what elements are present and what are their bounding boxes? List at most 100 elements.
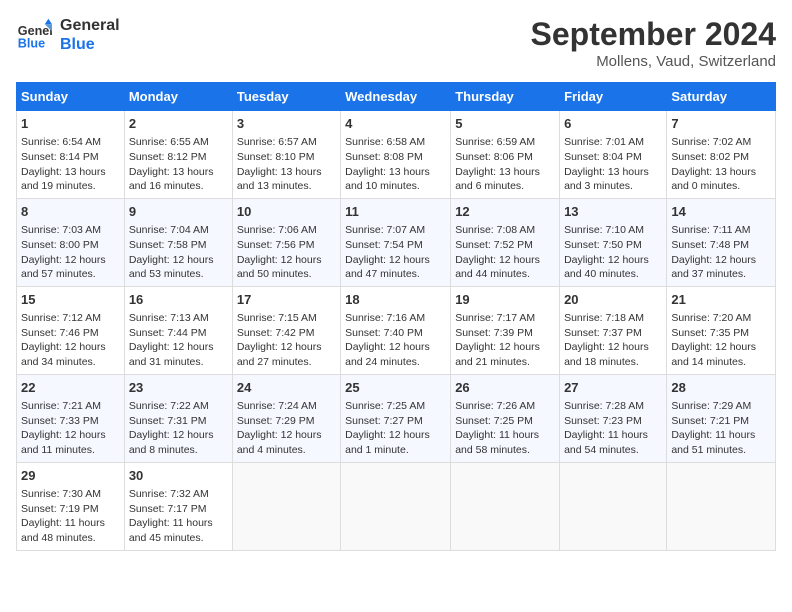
week-row-4: 22 Sunrise: 7:21 AMSunset: 7:33 PMDayligh… bbox=[17, 374, 776, 462]
day-number: 11 bbox=[345, 203, 446, 221]
day-info: Sunrise: 7:21 AMSunset: 7:33 PMDaylight:… bbox=[21, 399, 120, 458]
day-cell: 8Sunrise: 7:03 AMSunset: 8:00 PMDaylight… bbox=[17, 198, 125, 286]
day-cell: 10Sunrise: 7:06 AMSunset: 7:56 PMDayligh… bbox=[232, 198, 340, 286]
day-info: Sunrise: 7:02 AMSunset: 8:02 PMDaylight:… bbox=[671, 135, 771, 194]
day-info: Sunrise: 7:24 AMSunset: 7:29 PMDaylight:… bbox=[237, 399, 336, 458]
day-info: Sunrise: 7:30 AMSunset: 7:19 PMDaylight:… bbox=[21, 487, 120, 546]
col-header-friday: Friday bbox=[560, 83, 667, 111]
day-cell: 24 Sunrise: 7:24 AMSunset: 7:29 PMDayligh… bbox=[232, 374, 340, 462]
logo: General Blue General Blue bbox=[16, 16, 120, 54]
month-title: September 2024 bbox=[531, 16, 776, 53]
day-info: Sunrise: 7:20 AMSunset: 7:35 PMDaylight:… bbox=[671, 311, 771, 370]
day-cell: 22 Sunrise: 7:21 AMSunset: 7:33 PMDayligh… bbox=[17, 374, 125, 462]
day-number: 18 bbox=[345, 291, 446, 309]
day-cell: 4 Sunrise: 6:58 AMSunset: 8:08 PMDaylight… bbox=[341, 111, 451, 199]
day-cell: 12 Sunrise: 7:08 AMSunset: 7:52 PMDayligh… bbox=[451, 198, 560, 286]
day-info: Sunrise: 7:17 AMSunset: 7:39 PMDaylight:… bbox=[455, 311, 555, 370]
day-info: Sunrise: 7:06 AMSunset: 7:56 PMDaylight:… bbox=[237, 223, 336, 282]
day-number: 7 bbox=[671, 115, 771, 133]
day-cell: 19Sunrise: 7:17 AMSunset: 7:39 PMDayligh… bbox=[451, 286, 560, 374]
day-info: Sunrise: 7:03 AMSunset: 8:00 PMDaylight:… bbox=[21, 223, 120, 282]
day-cell: 17Sunrise: 7:15 AMSunset: 7:42 PMDayligh… bbox=[232, 286, 340, 374]
day-info: Sunrise: 7:28 AMSunset: 7:23 PMDaylight:… bbox=[564, 399, 662, 458]
day-number: 4 bbox=[345, 115, 446, 133]
day-cell bbox=[667, 462, 776, 550]
day-cell bbox=[451, 462, 560, 550]
week-row-3: 15Sunrise: 7:12 AMSunset: 7:46 PMDayligh… bbox=[17, 286, 776, 374]
day-info: Sunrise: 6:54 AMSunset: 8:14 PMDaylight:… bbox=[21, 135, 120, 194]
day-cell: 3 Sunrise: 6:57 AMSunset: 8:10 PMDaylight… bbox=[232, 111, 340, 199]
col-header-thursday: Thursday bbox=[451, 83, 560, 111]
day-cell: 14 Sunrise: 7:11 AMSunset: 7:48 PMDayligh… bbox=[667, 198, 776, 286]
col-header-monday: Monday bbox=[124, 83, 232, 111]
day-info: Sunrise: 7:25 AMSunset: 7:27 PMDaylight:… bbox=[345, 399, 446, 458]
day-info: Sunrise: 7:18 AMSunset: 7:37 PMDaylight:… bbox=[564, 311, 662, 370]
day-cell: 13Sunrise: 7:10 AMSunset: 7:50 PMDayligh… bbox=[560, 198, 667, 286]
day-number: 27 bbox=[564, 379, 662, 397]
day-cell: 30 Sunrise: 7:32 AMSunset: 7:17 PMDayligh… bbox=[124, 462, 232, 550]
day-number: 16 bbox=[129, 291, 228, 309]
day-cell: 23 Sunrise: 7:22 AMSunset: 7:31 PMDayligh… bbox=[124, 374, 232, 462]
day-number: 26 bbox=[455, 379, 555, 397]
day-number: 21 bbox=[671, 291, 771, 309]
day-cell bbox=[341, 462, 451, 550]
day-info: Sunrise: 7:10 AMSunset: 7:50 PMDaylight:… bbox=[564, 223, 662, 282]
day-cell: 29 Sunrise: 7:30 AMSunset: 7:19 PMDayligh… bbox=[17, 462, 125, 550]
day-cell bbox=[560, 462, 667, 550]
day-number: 22 bbox=[21, 379, 120, 397]
col-header-tuesday: Tuesday bbox=[232, 83, 340, 111]
location: Mollens, Vaud, Switzerland bbox=[531, 53, 776, 70]
day-number: 30 bbox=[129, 467, 228, 485]
day-cell: 6 Sunrise: 7:01 AMSunset: 8:04 PMDaylight… bbox=[560, 111, 667, 199]
day-cell: 21 Sunrise: 7:20 AMSunset: 7:35 PMDayligh… bbox=[667, 286, 776, 374]
day-number: 3 bbox=[237, 115, 336, 133]
day-cell: 5 Sunrise: 6:59 AMSunset: 8:06 PMDaylight… bbox=[451, 111, 560, 199]
day-number: 20 bbox=[564, 291, 662, 309]
day-number: 17 bbox=[237, 291, 336, 309]
day-number: 2 bbox=[129, 115, 228, 133]
day-cell: 18 Sunrise: 7:16 AMSunset: 7:40 PMDayligh… bbox=[341, 286, 451, 374]
svg-text:Blue: Blue bbox=[18, 37, 45, 51]
day-info: Sunrise: 7:01 AMSunset: 8:04 PMDaylight:… bbox=[564, 135, 662, 194]
day-info: Sunrise: 7:11 AMSunset: 7:48 PMDaylight:… bbox=[671, 223, 771, 282]
day-cell: 11 Sunrise: 7:07 AMSunset: 7:54 PMDayligh… bbox=[341, 198, 451, 286]
day-cell: 28Sunrise: 7:29 AMSunset: 7:21 PMDayligh… bbox=[667, 374, 776, 462]
day-cell bbox=[232, 462, 340, 550]
page-header: General Blue General Blue September 2024… bbox=[16, 16, 776, 70]
day-cell: 7 Sunrise: 7:02 AMSunset: 8:02 PMDaylight… bbox=[667, 111, 776, 199]
week-row-2: 8Sunrise: 7:03 AMSunset: 8:00 PMDaylight… bbox=[17, 198, 776, 286]
logo-icon: General Blue bbox=[16, 17, 52, 53]
day-cell: 16 Sunrise: 7:13 AMSunset: 7:44 PMDayligh… bbox=[124, 286, 232, 374]
day-number: 1 bbox=[21, 115, 120, 133]
day-info: Sunrise: 6:59 AMSunset: 8:06 PMDaylight:… bbox=[455, 135, 555, 194]
logo-general: General bbox=[60, 16, 120, 35]
day-cell: 25 Sunrise: 7:25 AMSunset: 7:27 PMDayligh… bbox=[341, 374, 451, 462]
day-number: 24 bbox=[237, 379, 336, 397]
day-cell: 26 Sunrise: 7:26 AMSunset: 7:25 PMDayligh… bbox=[451, 374, 560, 462]
day-info: Sunrise: 7:07 AMSunset: 7:54 PMDaylight:… bbox=[345, 223, 446, 282]
day-number: 25 bbox=[345, 379, 446, 397]
day-number: 14 bbox=[671, 203, 771, 221]
day-info: Sunrise: 7:16 AMSunset: 7:40 PMDaylight:… bbox=[345, 311, 446, 370]
day-cell: 9Sunrise: 7:04 AMSunset: 7:58 PMDaylight… bbox=[124, 198, 232, 286]
col-header-sunday: Sunday bbox=[17, 83, 125, 111]
day-number: 12 bbox=[455, 203, 555, 221]
day-number: 9 bbox=[129, 203, 228, 221]
day-info: Sunrise: 6:55 AMSunset: 8:12 PMDaylight:… bbox=[129, 135, 228, 194]
day-number: 29 bbox=[21, 467, 120, 485]
day-info: Sunrise: 7:08 AMSunset: 7:52 PMDaylight:… bbox=[455, 223, 555, 282]
day-info: Sunrise: 7:32 AMSunset: 7:17 PMDaylight:… bbox=[129, 487, 228, 546]
title-block: September 2024 Mollens, Vaud, Switzerlan… bbox=[531, 16, 776, 70]
day-info: Sunrise: 7:22 AMSunset: 7:31 PMDaylight:… bbox=[129, 399, 228, 458]
day-number: 5 bbox=[455, 115, 555, 133]
day-number: 6 bbox=[564, 115, 662, 133]
week-row-5: 29 Sunrise: 7:30 AMSunset: 7:19 PMDayligh… bbox=[17, 462, 776, 550]
day-info: Sunrise: 6:58 AMSunset: 8:08 PMDaylight:… bbox=[345, 135, 446, 194]
header-row: SundayMondayTuesdayWednesdayThursdayFrid… bbox=[17, 83, 776, 111]
day-number: 23 bbox=[129, 379, 228, 397]
day-info: Sunrise: 7:26 AMSunset: 7:25 PMDaylight:… bbox=[455, 399, 555, 458]
week-row-1: 1 Sunrise: 6:54 AMSunset: 8:14 PMDaylight… bbox=[17, 111, 776, 199]
day-info: Sunrise: 6:57 AMSunset: 8:10 PMDaylight:… bbox=[237, 135, 336, 194]
col-header-wednesday: Wednesday bbox=[341, 83, 451, 111]
day-info: Sunrise: 7:13 AMSunset: 7:44 PMDaylight:… bbox=[129, 311, 228, 370]
